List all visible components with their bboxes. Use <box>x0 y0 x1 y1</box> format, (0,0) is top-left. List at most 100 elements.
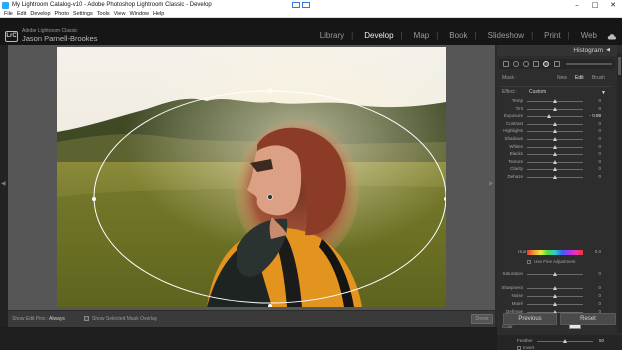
menu-help[interactable]: Help <box>153 11 164 17</box>
slider-value[interactable]: 0 <box>587 151 601 156</box>
menu-tools[interactable]: Tools <box>97 11 110 17</box>
slider-knob[interactable] <box>553 294 557 298</box>
slider-value[interactable]: 0 <box>587 159 601 164</box>
menu-edit[interactable]: Edit <box>17 11 26 17</box>
module-map[interactable]: Map <box>414 31 430 40</box>
slider-track[interactable] <box>527 116 583 118</box>
left-panel-collapsed: ◀ <box>0 45 8 350</box>
portrait-photo[interactable] <box>57 47 446 307</box>
slider-knob[interactable] <box>553 272 557 276</box>
mask-brush-button[interactable]: Brush <box>592 75 605 81</box>
histogram-header[interactable]: Histogram ◀ <box>497 45 617 56</box>
slider-value[interactable]: - 0.89 <box>587 113 601 118</box>
slider-label: Texture <box>508 158 523 164</box>
hue-slider[interactable] <box>527 250 583 255</box>
develop-toolbar: Show Edit Pins : Always Show Selected Ma… <box>8 310 495 327</box>
slider-value[interactable]: 0 <box>587 144 601 149</box>
slider-value[interactable]: 0 <box>587 121 601 126</box>
slider-label: Sharpness <box>501 285 523 290</box>
slider-value[interactable]: 0 <box>587 301 601 306</box>
slider-knob[interactable] <box>553 175 557 179</box>
slider-knob[interactable] <box>553 167 557 172</box>
slider-knob[interactable] <box>553 121 557 126</box>
slider-value[interactable]: 0 <box>587 98 601 103</box>
module-library[interactable]: Library <box>320 31 344 40</box>
slider-value[interactable]: 0 <box>587 285 601 290</box>
collapse-triangle-icon[interactable]: ◀ <box>606 47 610 53</box>
panel-scrollbar-thumb[interactable] <box>618 57 621 75</box>
slider-knob[interactable] <box>553 99 557 103</box>
mask-mode-row: Mask : New Edit Brush <box>497 75 617 83</box>
slider-value[interactable]: 0 <box>587 136 601 141</box>
mask-edit-button[interactable]: Edit <box>575 75 584 81</box>
slider-knob[interactable] <box>553 152 557 157</box>
feather-value[interactable]: 50 <box>594 338 604 343</box>
fine-adjust-row: Use Fine Adjustment <box>497 259 617 266</box>
slider-row-saturation: Saturation 0 <box>497 271 617 278</box>
quick-access-toolbar <box>291 2 310 8</box>
quick-icon-1[interactable] <box>291 2 300 8</box>
divider <box>501 86 611 87</box>
mask-new-button[interactable]: New <box>557 75 567 81</box>
module-develop[interactable]: Develop <box>364 31 393 40</box>
slider-knob[interactable] <box>553 286 557 290</box>
slider-knob[interactable] <box>553 302 557 306</box>
minimize-button[interactable]: – <box>568 0 586 10</box>
feather-section: Feather 50 Invert <box>497 335 622 350</box>
menu-develop[interactable]: Develop <box>30 11 50 17</box>
module-print[interactable]: Print <box>544 31 560 40</box>
close-button[interactable]: ✕ <box>604 0 622 10</box>
lrc-logo: LrC <box>5 31 18 42</box>
maximize-button[interactable]: □ <box>586 0 604 10</box>
panel-scrollbar[interactable] <box>617 53 622 333</box>
adjustment-brush-icon[interactable] <box>554 61 560 67</box>
slider-row-shadows: Shadows 0 <box>497 136 617 143</box>
quick-icon-2[interactable] <box>301 2 310 8</box>
module-slideshow[interactable]: Slideshow <box>488 31 524 40</box>
slider-row-moir-: Moiré 0 <box>497 301 617 308</box>
menu-view[interactable]: View <box>114 11 126 17</box>
slider-value[interactable]: 0 <box>587 174 601 179</box>
right-panel: Histogram ◀ Mask : New Edit Brush Effect… <box>497 45 622 350</box>
slider-value[interactable]: 0 <box>587 128 601 133</box>
menu-photo[interactable]: Photo <box>55 11 69 17</box>
show-mask-overlay-checkbox[interactable] <box>84 316 89 321</box>
module-picker: Library | Develop | Map | Book | Slidesh… <box>309 31 597 40</box>
radial-filter-icon[interactable] <box>543 61 549 67</box>
menu-window[interactable]: Window <box>129 11 149 17</box>
slider-row-temp: Temp 0 <box>497 98 617 105</box>
effect-preset-select[interactable]: Custom <box>529 89 546 95</box>
fine-adjust-checkbox[interactable] <box>527 260 531 264</box>
slider-knob[interactable] <box>553 106 557 111</box>
graduated-filter-icon[interactable] <box>533 61 539 67</box>
slider-knob[interactable] <box>553 159 557 164</box>
expand-right-panel-icon[interactable]: ▶ <box>489 180 494 187</box>
expand-left-panel-icon[interactable]: ◀ <box>1 180 6 187</box>
slider-knob[interactable] <box>553 137 557 141</box>
reset-button[interactable]: Reset <box>560 313 616 325</box>
cloud-sync-icon[interactable] <box>607 34 616 40</box>
slider-knob[interactable] <box>547 114 552 119</box>
mask-label: Mask : <box>502 75 517 81</box>
slider-knob[interactable] <box>553 129 557 134</box>
red-eye-icon[interactable] <box>523 61 529 67</box>
slider-value[interactable]: 0 <box>587 106 601 111</box>
show-edit-pins-label: Show Edit Pins : <box>12 316 49 322</box>
spot-removal-icon[interactable] <box>513 61 519 67</box>
slider-value[interactable]: 0 <box>587 293 601 298</box>
module-book[interactable]: Book <box>449 31 467 40</box>
invert-checkbox[interactable] <box>517 346 521 350</box>
previous-button[interactable]: Previous <box>503 313 557 325</box>
hue-value[interactable]: 0.0 <box>587 249 601 254</box>
slider-value[interactable]: 0 <box>587 166 601 171</box>
module-web[interactable]: Web <box>581 31 597 40</box>
crop-tool-icon[interactable] <box>503 61 509 67</box>
slider-value[interactable]: 0 <box>587 271 601 276</box>
menu-settings[interactable]: Settings <box>73 11 93 17</box>
feather-slider-knob[interactable] <box>563 339 567 343</box>
menu-file[interactable]: File <box>4 11 13 17</box>
done-button[interactable]: Done <box>471 314 493 324</box>
slider-knob[interactable] <box>553 144 557 149</box>
show-edit-pins-select[interactable]: Always <box>49 316 65 322</box>
effect-disclosure-icon[interactable]: ▼ <box>601 90 606 96</box>
